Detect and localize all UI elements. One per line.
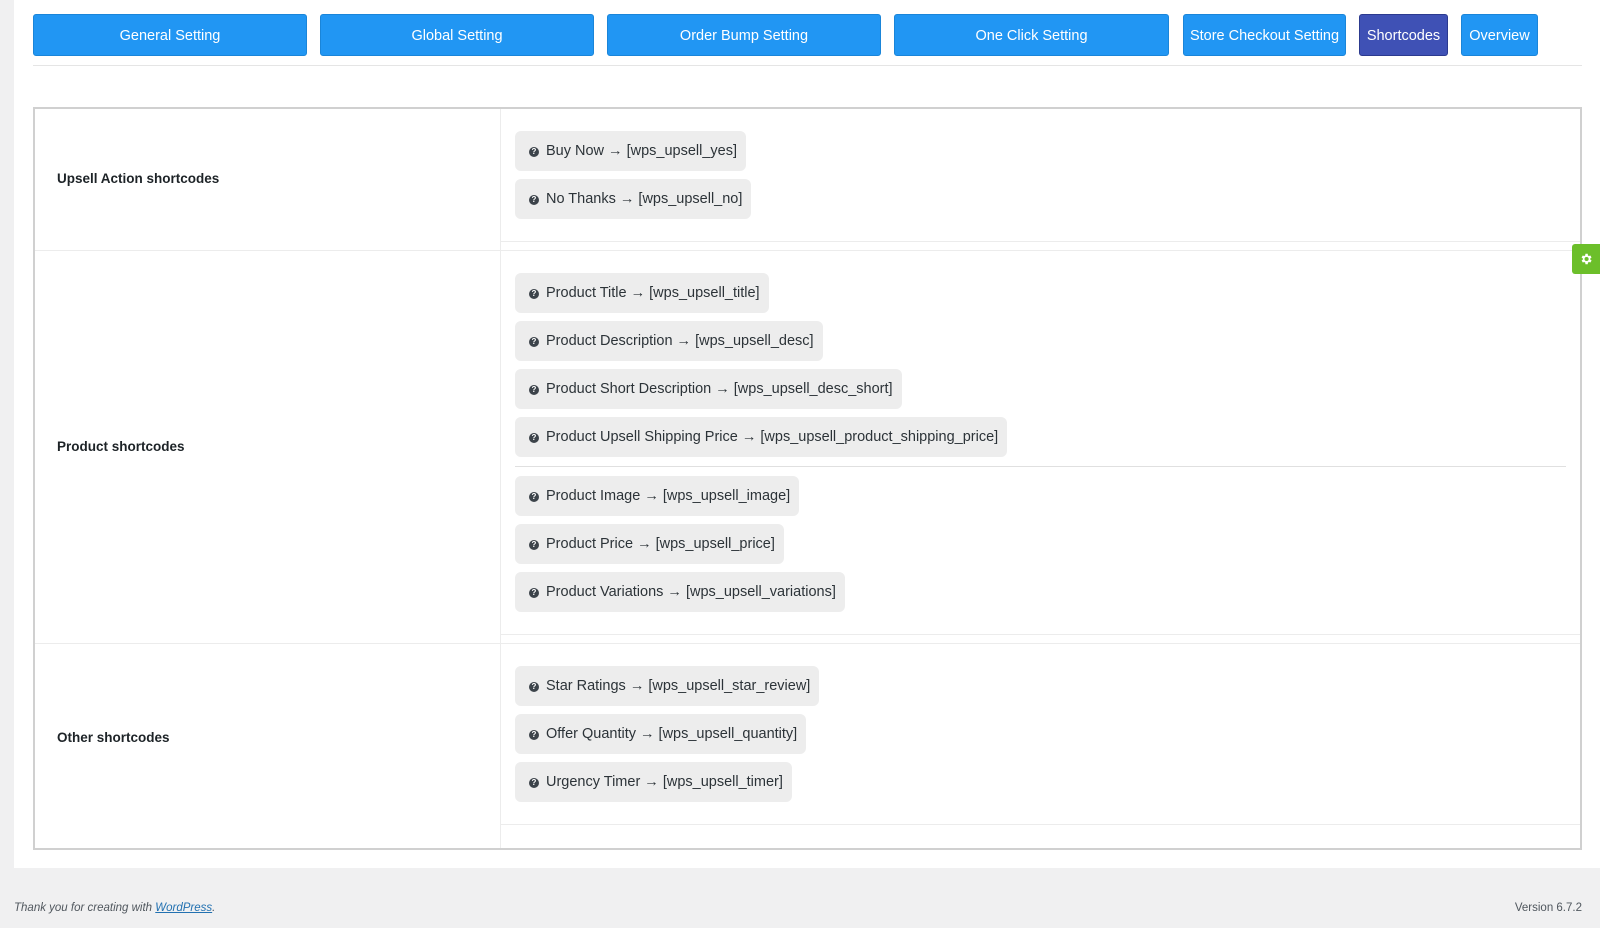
footer-thanks-suffix: .: [212, 902, 216, 914]
row-divider: [35, 643, 1580, 644]
question-circle-icon: ?: [529, 147, 539, 157]
shortcode-chip: ? No Thanks → [wps_upsell_no]: [515, 179, 752, 219]
question-circle-icon: ?: [529, 588, 539, 598]
shortcode-text: Urgency Timer → [wps_upsell_timer]: [546, 774, 783, 790]
shortcode-chip: ? Buy Now → [wps_upsell_yes]: [515, 131, 746, 171]
tab-global-setting[interactable]: Global Setting: [320, 14, 594, 56]
shortcode-chip: ? Product Description → [wps_upsell_desc]: [515, 321, 823, 361]
shortcode-chip: ? Star Ratings → [wps_upsell_star_review]: [515, 666, 820, 706]
footer-thanks: Thank you for creating with WordPress.: [14, 902, 215, 914]
section-label-other: Other shortcodes: [57, 730, 170, 745]
wordpress-link[interactable]: WordPress: [155, 902, 212, 914]
tab-shortcodes[interactable]: Shortcodes: [1359, 14, 1448, 56]
shortcode-text: Buy Now → [wps_upsell_yes]: [546, 143, 737, 159]
question-circle-icon: ?: [529, 433, 539, 443]
tab-store-checkout-setting[interactable]: Store Checkout Setting: [1183, 14, 1346, 56]
question-circle-icon: ?: [529, 540, 539, 550]
shortcode-text: Product Upsell Shipping Price → [wps_ups…: [546, 429, 999, 445]
shortcode-text: No Thanks → [wps_upsell_no]: [546, 191, 743, 207]
shortcode-text: Offer Quantity → [wps_upsell_quantity]: [546, 726, 798, 742]
question-circle-icon: ?: [529, 337, 539, 347]
shortcode-chip: ? Product Short Description → [wps_upsell…: [515, 369, 902, 409]
shortcode-text: Product Price → [wps_upsell_price]: [546, 536, 775, 552]
question-circle-icon: ?: [529, 778, 539, 788]
shortcode-text: Star Ratings → [wps_upsell_star_review]: [546, 678, 811, 694]
section-label-upsell-action: Upsell Action shortcodes: [57, 171, 220, 186]
group-divider: [515, 466, 1566, 467]
shortcode-text: Product Variations → [wps_upsell_variati…: [546, 584, 836, 600]
shortcode-chip: ? Offer Quantity → [wps_upsell_quantity]: [515, 714, 807, 754]
tab-order-bump-setting[interactable]: Order Bump Setting: [607, 14, 881, 56]
cell-bottom-border: [500, 634, 1580, 635]
shortcodes-table: Upsell Action shortcodes ? Buy Now → [wps…: [33, 107, 1582, 850]
shortcode-text: Product Title → [wps_upsell_title]: [546, 285, 760, 301]
column-divider: [500, 109, 501, 848]
shortcode-chip: ? Product Image → [wps_upsell_image]: [515, 476, 800, 516]
shortcode-chip: ? Product Price → [wps_upsell_price]: [515, 524, 784, 564]
shortcode-text: Product Description → [wps_upsell_desc]: [546, 333, 814, 349]
shortcode-text: Product Image → [wps_upsell_image]: [546, 488, 791, 504]
cell-bottom-border: [500, 241, 1580, 242]
row-divider: [35, 250, 1580, 251]
footer-version: Version 6.7.2: [1514, 902, 1582, 914]
question-circle-icon: ?: [529, 195, 539, 205]
gear-icon: [1581, 253, 1592, 265]
footer-thanks-prefix: Thank you for creating with: [14, 902, 156, 914]
tab-overview[interactable]: Overview: [1461, 14, 1538, 56]
question-circle-icon: ?: [529, 730, 539, 740]
shortcode-text: Product Short Description → [wps_upsell_…: [546, 381, 893, 397]
shortcode-chip: ? Product Title → [wps_upsell_title]: [515, 273, 769, 313]
section-label-product: Product shortcodes: [57, 439, 185, 454]
settings-gear-button[interactable]: [1572, 244, 1600, 274]
shortcode-chip: ? Product Variations → [wps_upsell_variat…: [515, 572, 845, 612]
question-circle-icon: ?: [529, 682, 539, 692]
tab-one-click-setting[interactable]: One Click Setting: [894, 14, 1169, 56]
tabs-divider: [33, 65, 1582, 66]
question-circle-icon: ?: [529, 289, 539, 299]
tab-general-setting[interactable]: General Setting: [33, 14, 307, 56]
shortcode-chip: ? Urgency Timer → [wps_upsell_timer]: [515, 762, 792, 802]
shortcode-chip: ? Product Upsell Shipping Price → [wps_up…: [515, 417, 1008, 457]
question-circle-icon: ?: [529, 492, 539, 502]
question-circle-icon: ?: [529, 385, 539, 395]
cell-bottom-border: [500, 824, 1580, 825]
